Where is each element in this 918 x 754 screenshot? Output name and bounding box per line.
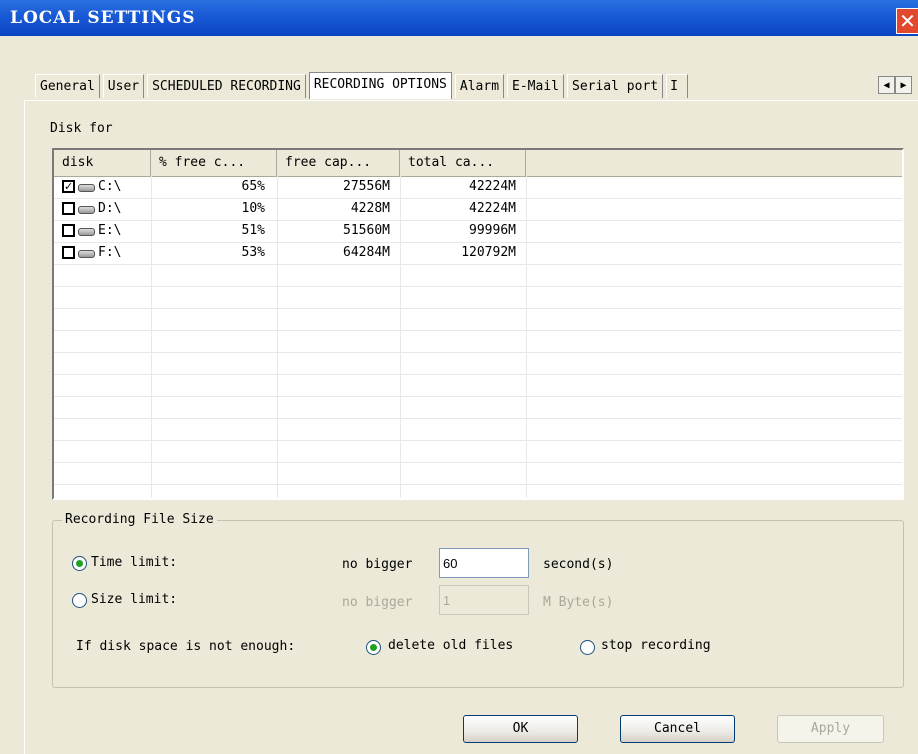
disk-list-header: disk % free c... free cap... total ca...	[54, 150, 902, 177]
time-limit-radio[interactable]	[72, 556, 87, 571]
column-header-free-cap[interactable]: free cap...	[277, 150, 400, 176]
delete-old-files-radio[interactable]	[366, 640, 381, 655]
disk-row-c[interactable]: ✓ C:\ 65% 27556M 42224M	[54, 176, 902, 199]
ok-button[interactable]: OK	[463, 715, 578, 743]
disk-name: E:\	[98, 223, 122, 238]
tab-alarm[interactable]: Alarm	[454, 74, 505, 98]
pct-free-value: 10%	[241, 201, 265, 216]
disk-section-label: Disk for	[50, 121, 113, 136]
drive-icon	[78, 206, 95, 214]
time-limit-unit: second(s)	[543, 557, 614, 572]
disk-checkbox-d[interactable]	[62, 202, 75, 215]
apply-button[interactable]: Apply	[777, 715, 884, 743]
total-cap-value: 120792M	[461, 245, 516, 260]
size-limit-input[interactable]	[439, 585, 529, 615]
disk-list[interactable]: disk % free c... free cap... total ca...…	[52, 148, 904, 500]
time-limit-label[interactable]: Time limit:	[91, 555, 177, 570]
disk-row-f[interactable]: F:\ 53% 64284M 120792M	[54, 242, 902, 265]
disk-name: D:\	[98, 201, 122, 216]
drive-icon	[78, 184, 95, 192]
tab-serial-port[interactable]: Serial port	[567, 74, 664, 98]
free-cap-value: 27556M	[343, 179, 390, 194]
free-cap-value: 64284M	[343, 245, 390, 260]
time-limit-input[interactable]	[439, 548, 529, 578]
window-title: LOCAL SETTINGS	[10, 8, 196, 28]
tab-scroll-controls: ◀ ▶	[878, 76, 912, 94]
cancel-button[interactable]: Cancel	[620, 715, 735, 743]
time-limit-prefix: no bigger	[342, 557, 413, 572]
disk-checkbox-f[interactable]	[62, 246, 75, 259]
drive-icon	[78, 250, 95, 258]
recording-file-size-title: Recording File Size	[62, 512, 217, 527]
tab-scroll-right-icon[interactable]: ▶	[895, 76, 912, 94]
tab-truncated[interactable]: I	[666, 74, 689, 98]
disk-name: F:\	[98, 245, 122, 260]
pct-free-value: 53%	[241, 245, 265, 260]
tab-email[interactable]: E-Mail	[507, 74, 564, 98]
disk-row-d[interactable]: D:\ 10% 4228M 42224M	[54, 198, 902, 221]
disk-name: C:\	[98, 179, 122, 194]
title-bar: LOCAL SETTINGS ✕	[0, 0, 918, 36]
tab-general[interactable]: General	[35, 74, 100, 98]
free-cap-value: 51560M	[343, 223, 390, 238]
pct-free-value: 51%	[241, 223, 265, 238]
stop-recording-label[interactable]: stop recording	[601, 638, 711, 653]
stop-recording-radio[interactable]	[580, 640, 595, 655]
total-cap-value: 42224M	[469, 201, 516, 216]
size-limit-radio[interactable]	[72, 593, 87, 608]
delete-old-files-label[interactable]: delete old files	[388, 638, 513, 653]
column-header-disk[interactable]: disk	[54, 150, 151, 176]
column-header-pct-free[interactable]: % free c...	[151, 150, 277, 176]
disk-checkbox-c[interactable]: ✓	[62, 180, 75, 193]
tab-scheduled-recording[interactable]: SCHEDULED RECORDING	[147, 74, 306, 98]
close-icon[interactable]: ✕	[896, 8, 918, 34]
disk-row-e[interactable]: E:\ 51% 51560M 99996M	[54, 220, 902, 243]
tab-bar: General User SCHEDULED RECORDING RECORDI…	[35, 72, 691, 100]
disk-space-label: If disk space is not enough:	[76, 639, 296, 654]
total-cap-value: 42224M	[469, 179, 516, 194]
total-cap-value: 99996M	[469, 223, 516, 238]
tab-recording-options[interactable]: RECORDING OPTIONS	[308, 72, 452, 99]
pct-free-value: 65%	[241, 179, 265, 194]
disk-checkbox-e[interactable]	[62, 224, 75, 237]
tab-user[interactable]: User	[102, 74, 145, 98]
free-cap-value: 4228M	[350, 201, 390, 216]
column-header-total-cap[interactable]: total ca...	[400, 150, 526, 176]
size-limit-unit: M Byte(s)	[543, 595, 614, 610]
drive-icon	[78, 228, 95, 236]
size-limit-label[interactable]: Size limit:	[91, 592, 177, 607]
size-limit-prefix: no bigger	[342, 595, 413, 610]
tab-scroll-left-icon[interactable]: ◀	[878, 76, 895, 94]
